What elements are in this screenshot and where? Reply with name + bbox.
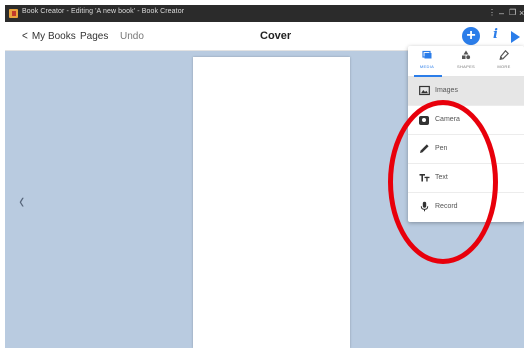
window-title: Book Creator - Editing 'A new book' - Bo… bbox=[22, 8, 185, 15]
my-books-button[interactable]: < My Books bbox=[22, 29, 76, 44]
menu-item-text[interactable]: Text bbox=[408, 164, 524, 193]
text-icon bbox=[418, 172, 430, 184]
menu-item-images[interactable]: Images bbox=[408, 77, 524, 106]
add-menu-popover: MEDIA SHAPES MORE Images Camera Pen Text… bbox=[408, 46, 524, 222]
pen-icon bbox=[418, 143, 430, 155]
info-button[interactable]: i bbox=[493, 27, 498, 42]
chevron-left-icon: < bbox=[22, 29, 28, 44]
close-icon[interactable]: × bbox=[519, 6, 524, 20]
menu-item-pen[interactable]: Pen bbox=[408, 135, 524, 164]
media-icon bbox=[408, 50, 446, 62]
menu-item-label: Pen bbox=[435, 145, 448, 152]
book-cover-page[interactable] bbox=[193, 57, 350, 348]
menu-item-label: Record bbox=[435, 203, 458, 210]
menu-item-label: Camera bbox=[435, 116, 460, 123]
window-title-bar: Book Creator - Editing 'A new book' - Bo… bbox=[5, 5, 524, 22]
shapes-icon bbox=[447, 50, 485, 62]
tab-media-label: MEDIA bbox=[419, 64, 435, 69]
tab-shapes[interactable]: SHAPES bbox=[447, 50, 485, 69]
window-menu-icon[interactable]: ⋮ bbox=[488, 6, 496, 20]
maximize-icon[interactable]: ❐ bbox=[509, 6, 516, 20]
add-menu-tabs: MEDIA SHAPES MORE bbox=[408, 46, 524, 77]
more-icon bbox=[485, 49, 523, 62]
image-icon bbox=[418, 85, 430, 97]
book-creator-app-icon bbox=[9, 9, 18, 18]
tab-more[interactable]: MORE bbox=[485, 49, 523, 69]
add-button[interactable]: + bbox=[462, 27, 480, 45]
tab-more-label: MORE bbox=[497, 64, 511, 69]
undo-button[interactable]: Undo bbox=[120, 31, 144, 42]
microphone-icon bbox=[418, 201, 430, 213]
my-books-label: My Books bbox=[31, 31, 76, 42]
tab-shapes-label: SHAPES bbox=[456, 64, 476, 69]
menu-item-record[interactable]: Record bbox=[408, 193, 524, 222]
menu-item-label: Images bbox=[435, 87, 458, 94]
menu-item-label: Text bbox=[435, 174, 448, 181]
menu-item-camera[interactable]: Camera bbox=[408, 106, 524, 135]
tab-media[interactable]: MEDIA bbox=[408, 50, 446, 69]
page-title: Cover bbox=[260, 30, 292, 42]
pages-button[interactable]: Pages bbox=[80, 31, 108, 42]
previous-page-arrow-icon[interactable]: ‹ bbox=[19, 188, 24, 214]
play-icon[interactable] bbox=[511, 31, 520, 43]
camera-icon bbox=[419, 116, 429, 125]
minimize-icon[interactable]: – bbox=[499, 6, 504, 20]
